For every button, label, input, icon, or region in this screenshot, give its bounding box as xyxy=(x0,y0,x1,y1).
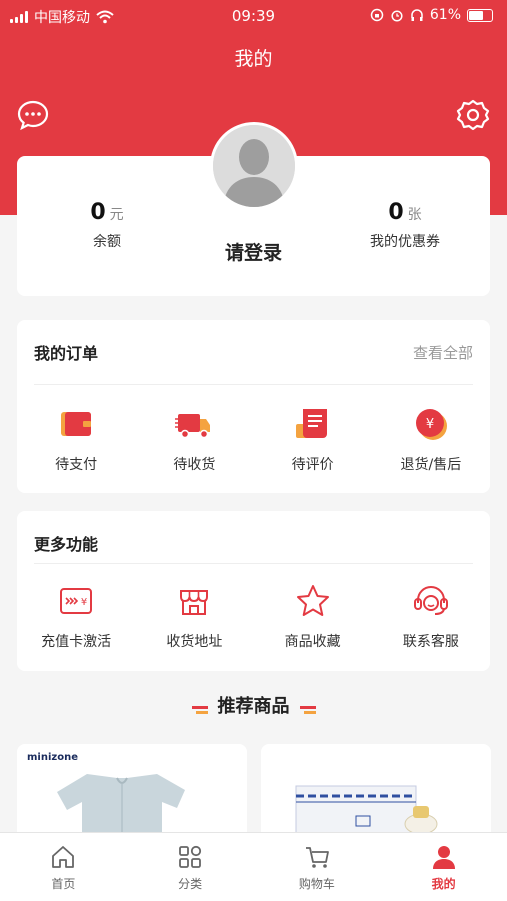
balance-value: 0 xyxy=(90,200,106,225)
category-icon xyxy=(179,845,202,868)
view-all-orders-link[interactable]: 查看全部 xyxy=(413,342,473,363)
card-icon: ¥ xyxy=(60,588,93,614)
tab-label: 购物车 xyxy=(298,877,335,891)
balance-unit: 元 xyxy=(109,207,124,223)
divider xyxy=(34,384,473,385)
more-item-label: 联系客服 xyxy=(402,634,459,650)
more-item-label: 充值卡激活 xyxy=(41,634,112,650)
order-item-label: 待评价 xyxy=(291,457,334,473)
battery-icon xyxy=(467,8,493,22)
default-avatar-icon xyxy=(213,125,295,207)
order-refund-service[interactable]: ¥ 退货/售后 xyxy=(372,404,490,474)
tab-cart[interactable]: 购物车 xyxy=(254,833,381,901)
message-icon[interactable] xyxy=(16,98,50,132)
user-icon xyxy=(432,846,455,869)
more-item-label: 收货地址 xyxy=(166,634,223,650)
alarm-icon xyxy=(391,10,403,22)
review-icon xyxy=(295,409,327,438)
recommend-title: 推荐商品 xyxy=(217,696,290,717)
battery-percent: 61% xyxy=(429,7,461,23)
order-pending-review[interactable]: 待评价 xyxy=(254,404,372,474)
product-image xyxy=(295,785,438,844)
orders-card: 我的订单 查看全部 待支付 待收货 待评价 ¥ 退货/售后 xyxy=(17,320,490,493)
headphones-icon xyxy=(411,9,423,21)
recharge-card-activation[interactable]: ¥ 充值卡激活 xyxy=(17,581,135,651)
svg-text:¥: ¥ xyxy=(426,417,434,432)
headset-icon xyxy=(413,586,448,615)
orders-title: 我的订单 xyxy=(34,344,99,363)
more-functions-card: 更多功能 ¥ 充值卡激活 收货地址 商品收藏 联系客服 xyxy=(17,511,490,671)
contact-customer-service[interactable]: 联系客服 xyxy=(372,581,490,651)
tab-mine[interactable]: 我的 xyxy=(380,833,507,901)
svg-text:¥: ¥ xyxy=(81,597,87,608)
order-item-label: 待支付 xyxy=(55,457,98,473)
refund-icon: ¥ xyxy=(415,409,447,440)
product-card[interactable] xyxy=(261,744,491,844)
tab-label: 我的 xyxy=(431,877,456,891)
status-bar: 中国移动 09:39 61% xyxy=(0,0,507,32)
order-pending-payment[interactable]: 待支付 xyxy=(17,404,135,474)
page-title: 我的 xyxy=(234,48,273,70)
product-card[interactable]: minizone xyxy=(17,744,247,844)
tab-category[interactable]: 分类 xyxy=(127,833,254,901)
coupon-value: 0 xyxy=(388,200,404,225)
tab-home[interactable]: 首页 xyxy=(0,833,127,901)
more-item-label: 商品收藏 xyxy=(284,634,341,650)
product-favorites[interactable]: 商品收藏 xyxy=(254,581,372,651)
wallet-icon xyxy=(61,412,92,436)
coupon-label: 我的优惠券 xyxy=(370,234,440,250)
tab-label: 分类 xyxy=(178,877,203,891)
coupon-unit: 张 xyxy=(407,207,422,223)
divider xyxy=(34,563,473,564)
tab-label: 首页 xyxy=(51,877,76,891)
product-image xyxy=(57,774,185,844)
order-item-label: 退货/售后 xyxy=(400,457,462,473)
cart-icon xyxy=(305,847,329,868)
avatar[interactable] xyxy=(210,122,298,210)
truck-icon xyxy=(175,414,211,439)
shipping-address[interactable]: 收货地址 xyxy=(135,581,253,651)
order-item-label: 待收货 xyxy=(173,457,216,473)
star-icon xyxy=(296,585,329,616)
bottom-tab-bar: 首页 分类 购物车 我的 xyxy=(0,832,507,901)
home-icon xyxy=(52,846,75,868)
store-icon xyxy=(180,590,209,615)
decor-dash-left xyxy=(191,705,208,714)
recommend-heading: 推荐商品 xyxy=(0,692,507,718)
order-pending-receipt[interactable]: 待收货 xyxy=(135,404,253,474)
coupon-stat[interactable]: 0张 我的优惠券 xyxy=(345,200,465,251)
more-title: 更多功能 xyxy=(34,535,99,554)
settings-gear-icon[interactable] xyxy=(456,98,490,132)
decor-dash-right xyxy=(299,705,316,714)
lock-rotation-icon xyxy=(370,8,384,22)
